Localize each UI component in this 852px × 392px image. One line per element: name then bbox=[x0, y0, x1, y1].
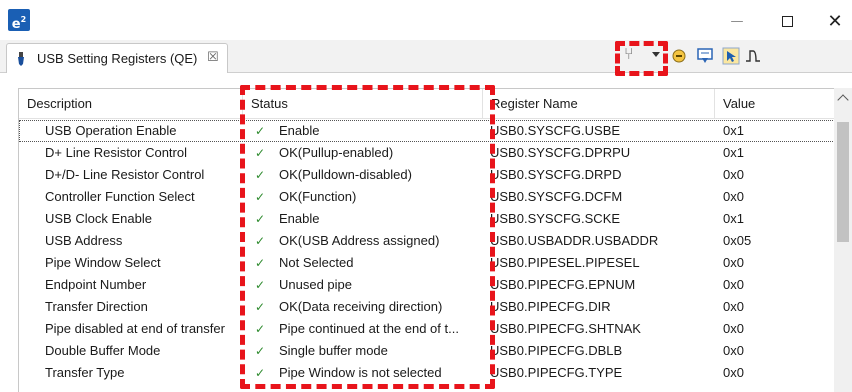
window-maximize-button[interactable] bbox=[764, 8, 810, 36]
cell-value: 0x0 bbox=[723, 252, 823, 274]
cell-value: 0x0 bbox=[723, 340, 823, 362]
cell-description: Pipe disabled at end of transfer bbox=[45, 318, 235, 340]
column-header-value[interactable]: Value bbox=[715, 89, 834, 119]
column-header-register-name[interactable]: Register Name bbox=[483, 89, 715, 119]
select-icon[interactable] bbox=[722, 47, 740, 65]
title-bar: e2 — ✕ bbox=[0, 0, 852, 40]
cell-register-name: USB0.SYSCFG.DRPD bbox=[490, 164, 710, 186]
cell-register-name: USB0.PIPESEL.PIPESEL bbox=[490, 252, 710, 274]
cell-register-name: USB0.SYSCFG.USBE bbox=[490, 120, 710, 142]
cell-description: Endpoint Number bbox=[45, 274, 235, 296]
scrollbar-thumb[interactable] bbox=[837, 122, 849, 242]
e2studio-logo-icon: e2 bbox=[8, 9, 30, 31]
cell-value: 0x1 bbox=[723, 208, 823, 230]
cell-description: D+ Line Resistor Control bbox=[45, 142, 235, 164]
cell-register-name: USB0.USBADDR.USBADDR bbox=[490, 230, 710, 252]
cell-value: 0x0 bbox=[723, 362, 823, 384]
cell-register-name: USB0.SYSCFG.SCKE bbox=[490, 208, 710, 230]
tab-title: USB Setting Registers (QE) bbox=[37, 51, 197, 66]
cell-register-name: USB0.SYSCFG.DPRPU bbox=[490, 142, 710, 164]
cell-value: 0x0 bbox=[723, 274, 823, 296]
tab-close-icon[interactable]: ☒ bbox=[207, 49, 219, 65]
cell-value: 0x1 bbox=[723, 120, 823, 142]
cell-description: D+/D- Line Resistor Control bbox=[45, 164, 235, 186]
column-header-description[interactable]: Description bbox=[19, 89, 243, 119]
scroll-up-icon[interactable] bbox=[837, 94, 848, 105]
tab-usb-setting-registers[interactable]: USB Setting Registers (QE) ☒ bbox=[6, 43, 228, 73]
cell-description: Controller Function Select bbox=[45, 186, 235, 208]
waveform-icon[interactable] bbox=[744, 47, 762, 65]
cell-register-name: USB0.PIPECFG.DIR bbox=[490, 296, 710, 318]
cell-description: Pipe Window Select bbox=[45, 252, 235, 274]
highlight-box-filter bbox=[615, 41, 668, 76]
cell-description: Transfer Type bbox=[45, 362, 235, 384]
collapse-icon[interactable] bbox=[671, 47, 689, 65]
cell-register-name: USB0.SYSCFG.DCFM bbox=[490, 186, 710, 208]
cell-value: 0x1 bbox=[723, 142, 823, 164]
cell-description: USB Clock Enable bbox=[45, 208, 235, 230]
vertical-scrollbar[interactable] bbox=[834, 88, 852, 392]
cell-register-name: USB0.PIPECFG.SHTNAK bbox=[490, 318, 710, 340]
view-tab-bar: USB Setting Registers (QE) ☒ ⑂ bbox=[0, 40, 852, 73]
maximize-icon bbox=[782, 16, 793, 27]
usb-plug-icon bbox=[17, 52, 25, 66]
cell-value: 0x0 bbox=[723, 318, 823, 340]
window-close-button[interactable]: ✕ bbox=[812, 8, 852, 36]
cell-description: USB Address bbox=[45, 230, 235, 252]
cell-value: 0x0 bbox=[723, 296, 823, 318]
cell-value: 0x0 bbox=[723, 186, 823, 208]
highlight-box-status-column bbox=[240, 85, 495, 389]
cell-description: Double Buffer Mode bbox=[45, 340, 235, 362]
window-minimize-button[interactable]: — bbox=[714, 8, 760, 36]
cell-register-name: USB0.PIPECFG.DBLB bbox=[490, 340, 710, 362]
cell-description: Transfer Direction bbox=[45, 296, 235, 318]
import-icon[interactable] bbox=[696, 47, 714, 65]
cell-register-name: USB0.PIPECFG.TYPE bbox=[490, 362, 710, 384]
cell-description: USB Operation Enable bbox=[45, 120, 235, 142]
cell-value: 0x05 bbox=[723, 230, 823, 252]
cell-register-name: USB0.PIPECFG.EPNUM bbox=[490, 274, 710, 296]
cell-value: 0x0 bbox=[723, 164, 823, 186]
